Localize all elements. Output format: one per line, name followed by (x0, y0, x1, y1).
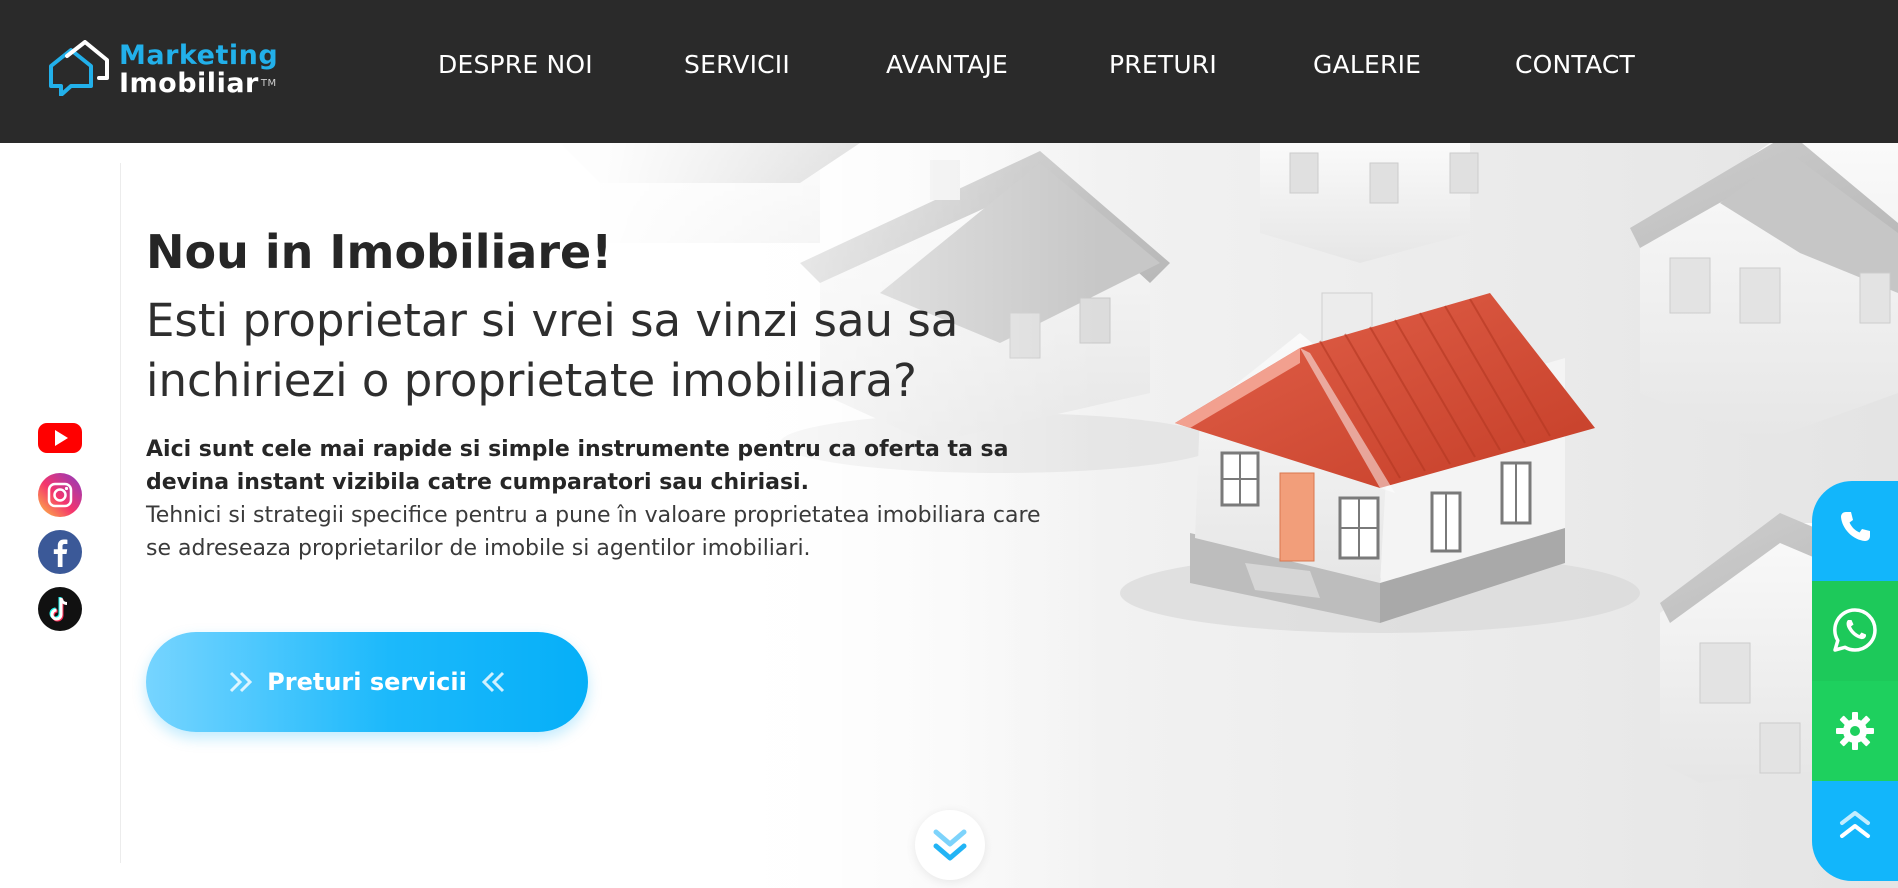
instagram-icon (38, 473, 82, 517)
nav-item-galerie[interactable]: GALERIE (1313, 50, 1421, 79)
hero-description-bold: Aici sunt cele mai rapide si simple inst… (146, 437, 1009, 495)
facebook-icon (38, 530, 82, 574)
nav-item-avantaje[interactable]: AVANTAJE (886, 50, 1008, 79)
pricing-cta-button[interactable]: Preturi servicii (146, 632, 588, 732)
whatsapp-icon (1833, 608, 1877, 652)
hero-description: Tehnici si strategii specifice pentru a … (146, 503, 1041, 561)
nav-item-servicii[interactable]: SERVICII (684, 50, 790, 79)
settings-button[interactable] (1812, 681, 1898, 781)
divider (120, 163, 121, 863)
scroll-down-button[interactable] (915, 810, 985, 880)
phone-icon (1841, 512, 1870, 541)
chevrons-left-icon (481, 671, 505, 693)
chevrons-down-icon (933, 829, 967, 861)
tiktok-link[interactable] (37, 586, 83, 632)
nav-item-preturi[interactable]: PRETURI (1109, 50, 1217, 79)
nav-item-despre-noi[interactable]: DESPRE NOI (438, 50, 593, 79)
youtube-link[interactable] (37, 415, 83, 461)
call-button[interactable] (1812, 481, 1898, 581)
tiktok-icon (38, 587, 82, 631)
nav-item-contact[interactable]: CONTACT (1515, 50, 1635, 79)
instagram-link[interactable] (37, 472, 83, 518)
chevron-up-icon (1840, 811, 1870, 838)
floating-contact-bar (1812, 481, 1898, 881)
main-nav: DESPRE NOI SERVICII AVANTAJE PRETURI GAL… (0, 50, 1898, 84)
cta-label: Preturi servicii (267, 668, 467, 696)
hero-section: Nou in Imobiliare! Esti proprietar si vr… (0, 143, 1898, 888)
facebook-link[interactable] (37, 529, 83, 575)
hero-title: Nou in Imobiliare! (146, 225, 613, 279)
hero-subtitle: Esti proprietar si vrei sa vinzi sau sa … (146, 294, 959, 407)
whatsapp-button[interactable] (1812, 581, 1898, 681)
gear-icon (1836, 712, 1874, 750)
back-to-top-button[interactable] (1812, 781, 1898, 881)
youtube-icon (38, 423, 82, 453)
site-header: Marketing Imobiliar TM DESPRE NOI SERVICI… (0, 0, 1898, 143)
